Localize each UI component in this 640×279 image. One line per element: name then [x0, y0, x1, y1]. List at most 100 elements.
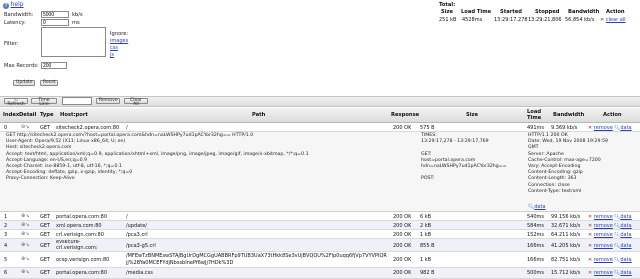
col-action[interactable]: Action — [603, 112, 622, 118]
remove-icon: ✕ — [588, 243, 593, 249]
expand-detail-icon[interactable]: ⊕↘ — [21, 242, 29, 248]
col-host[interactable]: Host:port — [60, 112, 88, 118]
ignore-images-link[interactable]: images — [110, 38, 128, 45]
table-row[interactable]: 2 ⊕↘ GET xml.opera.com:80 /update/ 200 O… — [0, 221, 640, 230]
expand-detail-icon[interactable]: ⊕↘ — [21, 269, 29, 275]
reset-button[interactable]: Reset — [40, 80, 58, 86]
request-times: TIMES: 13:29:17,278 - 13:29:17,769 GET: … — [421, 133, 507, 182]
remove-icon: ✕ — [588, 232, 593, 238]
filter-textarea[interactable] — [41, 27, 106, 57]
row-type: GET — [40, 243, 51, 249]
update-button[interactable]: Update — [13, 80, 35, 86]
row-load-time: 491ms — [527, 125, 545, 131]
table-row[interactable]: 1 ⊕↘ GET portal.opera.com:80 / 200 OK 6 … — [0, 212, 640, 221]
totals-stopped: 13:29:21,806 — [528, 17, 562, 23]
grid-header: Index Detail Type Host:port Path Respons… — [0, 108, 640, 123]
table-row[interactable]: 3 ⊕↘ GET crl.verisign.com:80 /pca3.crl 2… — [0, 230, 640, 239]
row-path: /update/ — [126, 223, 147, 229]
clear-all-button[interactable]: Clear All — [124, 98, 148, 107]
table-row[interactable]: 5 ⊕↘ GET ocsp.verisign.com:80 /MFEwTzBNM… — [0, 252, 640, 268]
row-remove-link[interactable]: ✕ remove — [588, 214, 613, 220]
filter-label: Filter: — [4, 41, 19, 47]
row-host: ocsp.verisign.com:80 — [56, 257, 110, 263]
row-bandwidth: 41.205 kb/s — [551, 243, 581, 249]
row-response: 200 OK — [393, 223, 412, 229]
row-size: 1 kB — [420, 232, 432, 238]
totals-size: 251 kB — [439, 17, 457, 23]
timeline-button[interactable]: Time Line — [31, 98, 57, 107]
row-load-time: 584ms — [527, 223, 545, 229]
remove-icon: ✕ — [588, 214, 593, 220]
row-size: 855 B — [420, 243, 435, 249]
ignore-css-link[interactable]: css — [110, 45, 128, 52]
row-host: xml.opera.com:80 — [56, 223, 102, 229]
col-size[interactable]: Size — [466, 112, 478, 118]
table-row[interactable]: 0 ⊖↘ GET sitecheck2.opera.com:80 / 200 O… — [0, 123, 640, 132]
row-data-link[interactable]: 🔍︎data — [614, 223, 632, 229]
row-bandwidth: 82.751 kb/s — [551, 257, 581, 263]
request-detail-panel: GET http://sitecheck2.opera.com/?host=po… — [0, 132, 640, 212]
detail-data-link[interactable]: 🔍︎data — [528, 204, 546, 210]
help-link[interactable]: ? help — [3, 1, 24, 9]
expand-detail-icon[interactable]: ⊕↘ — [21, 222, 29, 228]
row-remove-link[interactable]: ✕ remove — [588, 125, 613, 131]
row-path: / — [126, 125, 128, 131]
row-data-link[interactable]: 🔍︎data — [614, 243, 632, 249]
row-type: GET — [40, 223, 51, 229]
col-bandwidth[interactable]: Bandwidth — [553, 112, 584, 118]
col-path[interactable]: Path — [252, 112, 265, 118]
row-index: 2 — [4, 223, 8, 229]
totals-title: Total: — [439, 2, 456, 8]
row-remove-link[interactable]: ✕ remove — [588, 257, 613, 263]
row-data-link[interactable]: 🔍︎data — [614, 232, 632, 238]
row-host: evsecure-crl.verisign.com:80 — [56, 239, 98, 251]
bandwidth-input[interactable] — [41, 11, 69, 18]
row-response: 200 OK — [393, 257, 412, 263]
col-type[interactable]: Type — [40, 112, 54, 118]
row-host: sitecheck2.opera.com:80 — [56, 125, 120, 131]
row-data-link[interactable]: 🔍︎data — [614, 270, 632, 276]
row-index: 1 — [4, 214, 8, 220]
clear-all-link[interactable]: ✕ clear all — [600, 17, 626, 23]
expand-detail-icon[interactable]: ⊕↘ — [21, 231, 29, 237]
remove-button[interactable]: Remove — [96, 98, 120, 104]
max-records-input[interactable] — [41, 62, 67, 69]
row-size: 575 B — [420, 125, 435, 131]
row-remove-link[interactable]: ✕ remove — [588, 223, 613, 229]
row-load-time: 166ms — [527, 257, 545, 263]
expand-detail-icon[interactable]: ⊕↘ — [21, 213, 29, 219]
row-response: 200 OK — [393, 214, 412, 220]
ignore-js-link[interactable]: js — [110, 52, 128, 59]
row-path: /pca3-g5.crl — [126, 243, 156, 249]
remove-icon: ✕ — [588, 257, 593, 263]
expand-detail-icon[interactable]: ⊕↘ — [21, 256, 29, 262]
row-bandwidth: 99.156 kb/s — [551, 214, 581, 220]
totals-header-stopped: Stopped — [535, 9, 560, 15]
col-detail[interactable]: Detail — [19, 112, 36, 118]
search-input[interactable] — [62, 97, 92, 105]
col-load-time[interactable]: Load Time — [527, 109, 547, 121]
row-remove-link[interactable]: ✕ remove — [588, 270, 613, 276]
latency-input[interactable] — [41, 19, 69, 26]
table-row[interactable]: 4 ⊕↘ GET evsecure-crl.verisign.com:80 /p… — [0, 239, 640, 252]
table-row[interactable]: 6 ⊕↘ GET portal.opera.com:80 /media.css … — [0, 268, 640, 279]
row-index: 0 — [4, 125, 8, 131]
totals-header-action: Action — [606, 9, 625, 15]
row-bandwidth: 9.369 kb/s — [551, 125, 578, 131]
row-data-link[interactable]: 🔍︎data — [614, 214, 632, 220]
totals-header-started: Started — [500, 9, 522, 15]
row-data-link[interactable]: 🔍︎data — [614, 257, 632, 263]
collapse-detail-icon[interactable]: ⊖↘ — [21, 124, 29, 130]
refresh-button[interactable]: ↻ Refresh — [4, 98, 28, 107]
row-load-time: 540ms — [527, 214, 545, 220]
row-host: portal.opera.com:80 — [56, 214, 108, 220]
col-response[interactable]: Response — [391, 112, 419, 118]
row-data-link[interactable]: 🔍︎data — [614, 125, 632, 131]
row-remove-link[interactable]: ✕ remove — [588, 243, 613, 249]
row-response: 200 OK — [393, 232, 412, 238]
row-index: 6 — [4, 270, 8, 276]
col-index[interactable]: Index — [3, 112, 19, 118]
ignore-label: Ignore: — [110, 31, 129, 37]
help-icon: ? — [3, 3, 9, 9]
row-remove-link[interactable]: ✕ remove — [588, 232, 613, 238]
